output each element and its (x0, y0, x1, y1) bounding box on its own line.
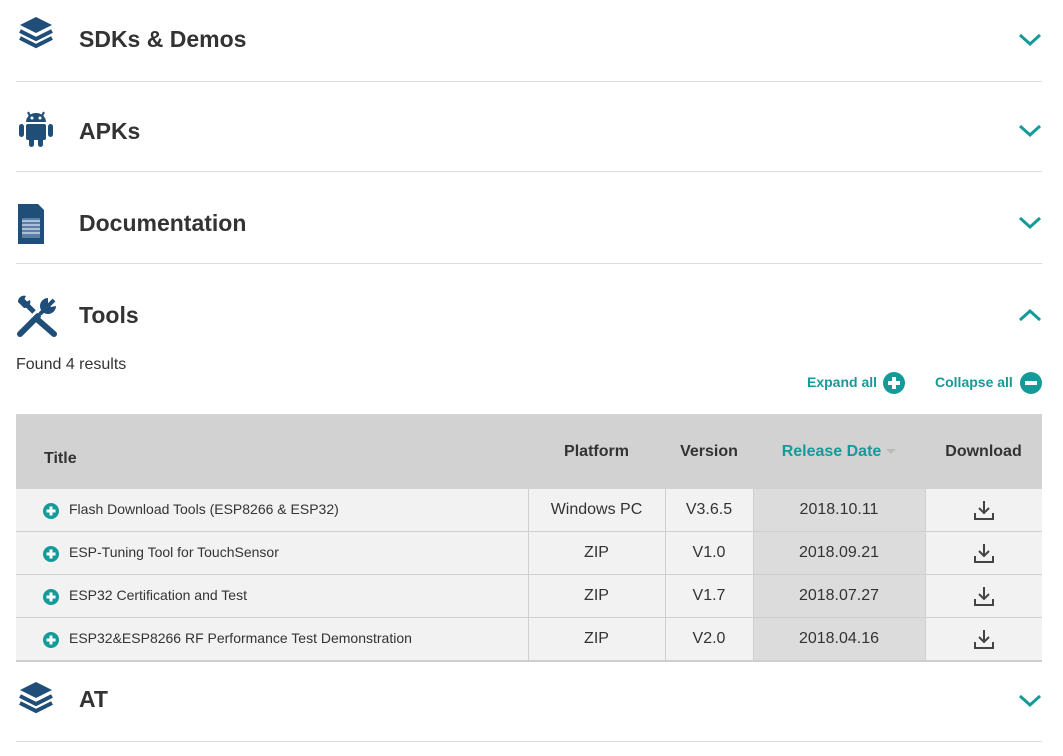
section-apks[interactable]: APKs (16, 80, 1042, 172)
section-tools[interactable]: Tools (16, 264, 1042, 344)
section-title: AT (79, 686, 108, 712)
row-release-date: 2018.10.11 (753, 489, 926, 532)
section-title: SDKs & Demos (79, 26, 247, 52)
section-title: Documentation (79, 210, 247, 236)
row-platform: ZIP (528, 574, 666, 618)
section-title: APKs (79, 118, 141, 144)
android-icon (19, 111, 53, 147)
row-title: ESP32 Certification and Test (69, 587, 247, 604)
collapse-all-label: Collapse all (935, 374, 1013, 390)
download-icon[interactable] (973, 542, 995, 564)
section-at[interactable]: AT (16, 650, 1042, 742)
row-version: V3.6.5 (665, 489, 754, 532)
table-row: ESP32 Certification and Test ZIP V1.7 20… (16, 574, 1042, 618)
expand-all-button[interactable]: Expand all (807, 372, 905, 394)
row-platform: ZIP (528, 531, 666, 575)
chevron-down-icon[interactable] (1018, 215, 1042, 231)
download-icon[interactable] (973, 499, 995, 521)
chevron-up-icon[interactable] (1018, 307, 1042, 323)
row-platform: Windows PC (528, 489, 666, 532)
col-title-header[interactable]: Title (16, 414, 528, 489)
results-count: Found 4 results (16, 356, 127, 373)
expand-row-icon[interactable] (43, 502, 59, 519)
row-title: Flash Download Tools (ESP8266 & ESP32) (69, 501, 339, 518)
collapse-all-button[interactable]: Collapse all (935, 372, 1042, 394)
chevron-down-icon[interactable] (1018, 32, 1042, 48)
chevron-down-icon[interactable] (1018, 123, 1042, 139)
chevron-down-icon[interactable] (1018, 693, 1042, 709)
row-release-date: 2018.09.21 (753, 531, 926, 575)
download-icon[interactable] (973, 585, 995, 607)
table-row: Flash Download Tools (ESP8266 & ESP32) W… (16, 489, 1042, 532)
expand-row-icon[interactable] (43, 631, 59, 648)
download-icon[interactable] (973, 628, 995, 650)
row-version: V1.0 (665, 531, 754, 575)
layers-icon (19, 682, 53, 714)
section-documentation[interactable]: Documentation (16, 172, 1042, 264)
row-version: V1.7 (665, 574, 754, 618)
col-version-header[interactable]: Version (665, 414, 753, 489)
expand-row-icon[interactable] (43, 588, 59, 605)
layers-icon (19, 17, 53, 49)
table-header-row: Title Platform Version Release Date Down… (16, 414, 1042, 489)
expand-all-label: Expand all (807, 374, 878, 390)
table-row: ESP-Tuning Tool for TouchSensor ZIP V1.0… (16, 531, 1042, 575)
section-sdks-demos[interactable]: SDKs & Demos (16, 0, 1042, 82)
row-title: ESP-Tuning Tool for TouchSensor (69, 544, 279, 561)
expand-row-icon[interactable] (43, 545, 59, 562)
row-title: ESP32&ESP8266 RF Performance Test Demons… (69, 630, 412, 647)
sort-arrow-icon (886, 448, 897, 454)
col-download-header: Download (925, 414, 1042, 489)
tools-table: Title Platform Version Release Date Down… (16, 414, 1042, 662)
release-date-label: Release Date (781, 442, 882, 460)
minus-circle-icon (1020, 372, 1042, 394)
document-icon (18, 204, 44, 244)
col-release-date-header[interactable]: Release Date (753, 414, 925, 489)
section-title: Tools (79, 302, 139, 328)
row-release-date: 2018.07.27 (753, 574, 926, 618)
tools-icon (17, 295, 57, 337)
col-platform-header[interactable]: Platform (528, 414, 665, 489)
plus-circle-icon (883, 372, 905, 394)
